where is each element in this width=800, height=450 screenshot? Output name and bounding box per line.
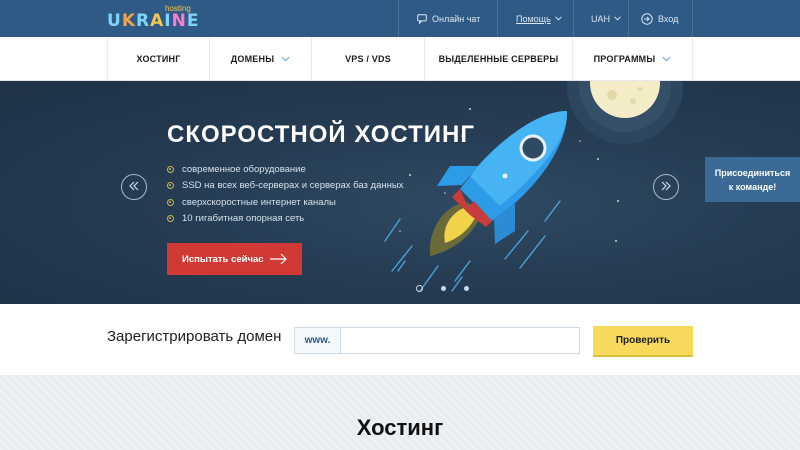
login-icon [641,12,653,25]
long-arrow-icon [270,253,288,268]
arrow-right-icon [660,178,672,196]
join-team-tab[interactable]: Присоединиться к команде! [705,157,800,202]
domain-input[interactable] [341,328,579,353]
bullet-icon [167,182,174,190]
try-now-button[interactable]: Испытать сейчас [167,243,302,275]
divider [692,0,693,37]
nav-item-dedicated[interactable]: ВЫДЕЛЕННЫЕ СЕРВЕРЫ [424,37,572,81]
bullet-icon [167,165,174,173]
domain-register-section: Зарегистрировать домен www. Проверить [0,304,800,375]
hero-feature-list: современное оборудование SSD на всех веб… [167,161,403,227]
list-item: современное оборудование [167,161,403,178]
nav-item-vps[interactable]: VPS / VDS [311,37,424,81]
currency-dropdown[interactable]: UAH [591,0,621,37]
nav-item-label: ХОСТИНГ [136,54,181,64]
bullet-icon [167,198,174,206]
feature-text: сверхскоростные интернет каналы [182,196,336,208]
slider-dots [416,285,487,292]
top-bar: hosting UKRAINE Онлайн чат Помощь UAH Вх… [0,0,800,37]
join-team-line1: Присоединиться [714,168,791,178]
try-now-label: Испытать сейчас [182,253,264,265]
feature-text: современное оборудование [182,163,306,175]
nav-item-software[interactable]: ПРОГРАММЫ [572,37,693,81]
chevron-down-icon [554,16,562,21]
online-chat-link[interactable]: Онлайн чат [417,0,480,37]
hosting-title: Хостинг [356,415,444,440]
slider-dot[interactable] [441,286,446,291]
nav-item-label: ВЫДЕЛЕННЫЕ СЕРВЕРЫ [438,54,559,64]
chat-icon [417,13,427,24]
logo-wordmark: UKRAINE [107,11,200,31]
chevron-down-icon [662,56,671,62]
main-nav: ХОСТИНГ ДОМЕНЫ VPS / VDS ВЫДЕЛЕННЫЕ СЕРВ… [0,37,800,81]
feature-text: SSD на всех веб-серверах и серверах баз … [182,180,404,192]
divider [573,0,574,37]
slider-dot[interactable] [416,285,423,292]
login-link[interactable]: Вход [641,0,678,37]
feature-text: 10 гигабитная опорная сеть [182,213,305,225]
divider [628,0,629,37]
chevron-down-icon [281,56,290,62]
domain-register-title: Зарегистрировать домен [107,328,282,345]
slider-next-button[interactable] [653,174,679,200]
nav-item-hosting[interactable]: ХОСТИНГ [107,37,209,81]
slider-dot[interactable] [464,286,469,291]
domain-search-field: www. [294,327,580,354]
hero-title: СКОРОСТНОЙ ХОСТИНГ [167,121,475,148]
bullet-icon [167,215,174,223]
nav-item-label: ПРОГРАММЫ [593,54,656,64]
check-domain-button[interactable]: Проверить [593,326,693,355]
nav-item-label: ДОМЕНЫ [230,54,275,64]
hosting-section: Хостинг [0,375,800,450]
slider-prev-button[interactable] [121,174,147,200]
divider [398,0,399,37]
chevron-down-icon [614,16,621,21]
join-team-line2: к команде! [728,182,777,192]
hero-slider: СКОРОСТНОЙ ХОСТИНГ современное оборудова… [0,81,800,304]
help-dropdown[interactable]: Помощь [516,0,562,37]
nav-item-domains[interactable]: ДОМЕНЫ [209,37,311,81]
nav-item-label: VPS / VDS [345,54,391,64]
currency-label: UAH [591,13,611,24]
www-prefix: www. [295,328,341,353]
list-item: сверхскоростные интернет каналы [167,194,403,211]
login-label: Вход [658,13,679,24]
arrow-left-icon [128,178,140,196]
list-item: SSD на всех веб-серверах и серверах баз … [167,178,403,195]
online-chat-label: Онлайн чат [432,13,481,24]
divider [497,0,498,37]
help-label: Помощь [516,13,551,24]
list-item: 10 гигабитная опорная сеть [167,211,403,228]
